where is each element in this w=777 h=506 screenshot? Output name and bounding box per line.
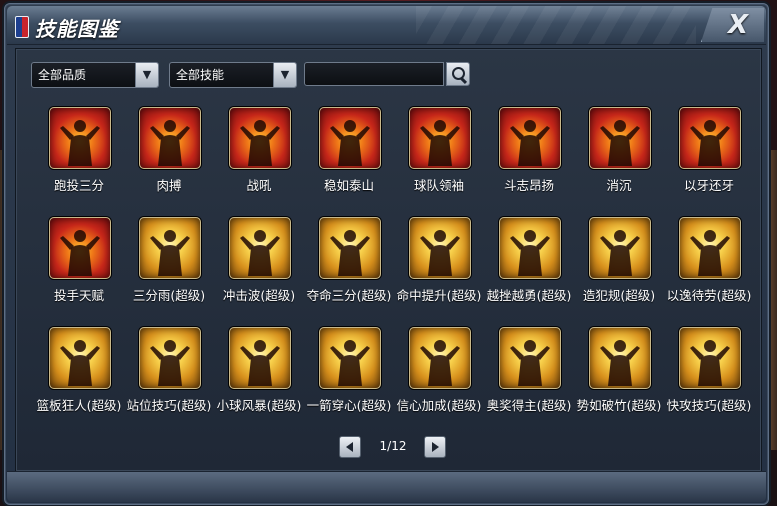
skill-icon[interactable] bbox=[409, 107, 471, 169]
quality-filter-value: 全部品质 bbox=[38, 68, 87, 82]
search-button[interactable] bbox=[446, 62, 470, 86]
skill-icon[interactable] bbox=[679, 327, 741, 389]
quality-filter-dropdown[interactable]: 全部品质 ▼ bbox=[31, 62, 159, 88]
skill-type-filter-value: 全部技能 bbox=[176, 68, 225, 82]
skill-icon[interactable] bbox=[319, 217, 381, 279]
skill-card[interactable]: 一箭穿心(超级) bbox=[304, 327, 394, 431]
skill-card[interactable]: 命中提升(超级) bbox=[394, 217, 484, 321]
skill-card[interactable]: 球队领袖 bbox=[394, 107, 484, 211]
skill-icon[interactable] bbox=[139, 217, 201, 279]
content-panel: 全部品质 ▼ 全部技能 ▼ 跑投三分 肉搏 战吼 稳如泰山 球队领袖 斗志昂扬 消沉以牙还牙… bbox=[15, 48, 762, 472]
nba-logo-icon bbox=[15, 16, 29, 38]
skill-icon[interactable] bbox=[679, 107, 741, 169]
skill-card[interactable]: 以牙还牙 bbox=[664, 107, 754, 211]
skill-card[interactable]: 小球风暴(超级) bbox=[214, 327, 304, 431]
title-bar-decoration bbox=[416, 6, 696, 44]
skill-card[interactable]: 肉搏 bbox=[124, 107, 214, 211]
chevron-down-icon[interactable]: ▼ bbox=[135, 63, 158, 87]
window-title: 技能图鉴 bbox=[35, 17, 119, 41]
skill-icon[interactable] bbox=[589, 107, 651, 169]
skill-card[interactable]: 跑投三分 bbox=[34, 107, 124, 211]
skill-icon[interactable] bbox=[139, 107, 201, 169]
skill-icon[interactable] bbox=[139, 327, 201, 389]
skill-icon[interactable] bbox=[49, 327, 111, 389]
skill-icon[interactable] bbox=[589, 327, 651, 389]
skill-label: 以逸待劳(超级) bbox=[666, 288, 752, 303]
close-icon: X bbox=[728, 10, 749, 40]
skill-card[interactable]: 势如破竹(超级) bbox=[574, 327, 664, 431]
title-bar: 技能图鉴 X bbox=[7, 6, 766, 45]
skill-card[interactable]: 以逸待劳(超级) bbox=[664, 217, 754, 321]
skill-card[interactable]: 奥奖得主(超级) bbox=[484, 327, 574, 431]
skill-card[interactable]: 稳如泰山 bbox=[304, 107, 394, 211]
prev-page-button[interactable] bbox=[339, 436, 361, 458]
skill-icon[interactable] bbox=[499, 217, 561, 279]
skill-card[interactable]: 造犯规(超级) bbox=[574, 217, 664, 321]
chevron-down-icon[interactable]: ▼ bbox=[273, 63, 296, 87]
skill-icon[interactable] bbox=[229, 327, 291, 389]
skill-card[interactable]: 投手天赋 bbox=[34, 217, 124, 321]
skill-grid: 跑投三分 肉搏 战吼 稳如泰山 球队领袖 斗志昂扬 消沉以牙还牙投手天赋 三分雨(超级) 冲击波… bbox=[16, 107, 761, 427]
page-indicator: 1/12 bbox=[379, 439, 407, 453]
skill-icon[interactable] bbox=[229, 107, 291, 169]
skill-type-filter-dropdown[interactable]: 全部技能 ▼ bbox=[169, 62, 297, 88]
skill-icon[interactable] bbox=[499, 107, 561, 169]
skill-icon[interactable] bbox=[409, 217, 471, 279]
skill-card[interactable]: 斗志昂扬 bbox=[484, 107, 574, 211]
close-button[interactable]: X bbox=[701, 8, 764, 42]
skill-icon[interactable] bbox=[319, 107, 381, 169]
skill-label: 以牙还牙 bbox=[683, 178, 734, 193]
skill-card[interactable]: 站位技巧(超级) bbox=[124, 327, 214, 431]
skill-card[interactable]: 越挫越勇(超级) bbox=[484, 217, 574, 321]
skill-card[interactable]: 信心加成(超级) bbox=[394, 327, 484, 431]
skill-icon[interactable] bbox=[679, 217, 741, 279]
skill-card[interactable]: 夺命三分(超级) bbox=[304, 217, 394, 321]
search-input[interactable] bbox=[304, 62, 444, 86]
skill-icon[interactable] bbox=[49, 107, 111, 169]
bottom-bar bbox=[7, 471, 766, 502]
skill-icon[interactable] bbox=[229, 217, 291, 279]
skill-card[interactable]: 消沉 bbox=[574, 107, 664, 211]
skill-card[interactable]: 战吼 bbox=[214, 107, 304, 211]
skill-icon[interactable] bbox=[409, 327, 471, 389]
skill-card[interactable]: 快攻技巧(超级) bbox=[664, 327, 754, 431]
skill-card[interactable]: 冲击波(超级) bbox=[214, 217, 304, 321]
skill-icon[interactable] bbox=[49, 217, 111, 279]
skill-card[interactable]: 三分雨(超级) bbox=[124, 217, 214, 321]
skill-catalog-window: 技能图鉴 X 全部品质 ▼ 全部技能 ▼ 跑投三分 肉搏 战吼 稳如泰山 球队领袖 斗志昂… bbox=[4, 3, 769, 505]
skill-icon[interactable] bbox=[499, 327, 561, 389]
skill-label: 快攻技巧(超级) bbox=[666, 398, 752, 413]
skill-icon[interactable] bbox=[319, 327, 381, 389]
next-page-button[interactable] bbox=[424, 436, 446, 458]
skill-card[interactable]: 篮板狂人(超级) bbox=[34, 327, 124, 431]
skill-icon[interactable] bbox=[589, 217, 651, 279]
